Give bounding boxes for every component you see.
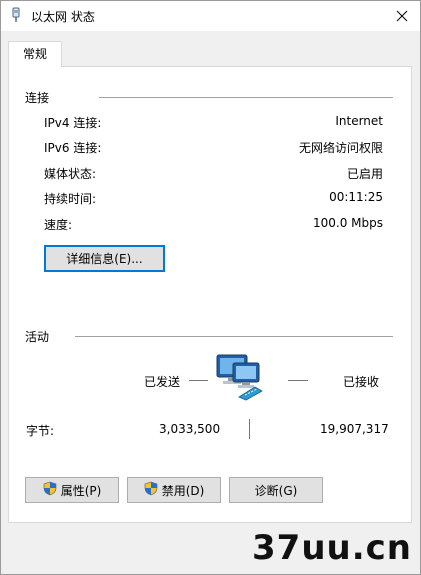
duration-label: 持续时间: <box>44 192 97 206</box>
window-title: 以太网 状态 <box>31 10 95 24</box>
activity-divider <box>75 336 393 337</box>
media-state-label: 媒体状态: <box>44 167 97 181</box>
disable-button[interactable]: 禁用(D) <box>127 477 221 503</box>
uac-shield-icon <box>144 481 158 499</box>
media-state-value: 已启用 <box>346 167 383 181</box>
ethernet-plug-icon <box>11 7 21 26</box>
connection-divider <box>99 97 393 98</box>
network-activity-icon <box>215 353 269 404</box>
ipv4-label: IPv4 连接: <box>44 116 102 130</box>
speed-value: 100.0 Mbps <box>312 216 383 230</box>
activity-group-label: 活动 <box>25 330 50 344</box>
general-panel: 连接 IPv4 连接: Internet IPv6 连接: 无网络访问权限 媒体… <box>8 66 412 523</box>
bytes-divider <box>249 419 250 439</box>
ipv4-value: Internet <box>335 114 383 128</box>
diagnose-button[interactable]: 诊断(G) <box>229 477 323 503</box>
speed-label: 速度: <box>44 218 73 232</box>
title-bar: 以太网 状态 <box>1 1 420 31</box>
received-connector-line <box>288 380 308 381</box>
ethernet-status-window: 以太网 状态 常规 连接 IPv4 连接: Internet IPv6 连接: … <box>0 0 421 575</box>
bytes-sent-value: 3,033,500 <box>159 422 221 436</box>
ipv6-value: 无网络访问权限 <box>298 141 383 155</box>
details-button-label: 详细信息(E)... <box>66 252 143 266</box>
sent-label: 已发送 <box>144 375 181 389</box>
bytes-label: 字节: <box>26 424 55 438</box>
properties-button-label: 属性(P) <box>60 483 102 498</box>
details-button[interactable]: 详细信息(E)... <box>44 245 165 272</box>
bytes-received-value: 19,907,317 <box>320 422 389 436</box>
diagnose-button-label: 诊断(G) <box>254 483 298 498</box>
sent-connector-line <box>189 380 208 381</box>
disable-button-label: 禁用(D) <box>161 483 205 498</box>
close-button[interactable] <box>384 1 420 31</box>
properties-button[interactable]: 属性(P) <box>25 477 119 503</box>
tab-general[interactable]: 常规 <box>8 41 62 67</box>
received-label: 已接收 <box>343 375 380 389</box>
ipv6-label: IPv6 连接: <box>44 141 102 155</box>
close-icon <box>396 10 408 22</box>
connection-group-label: 连接 <box>25 91 50 105</box>
uac-shield-icon <box>43 481 57 499</box>
duration-value: 00:11:25 <box>329 190 383 204</box>
watermark: 37uu.cn <box>252 528 412 568</box>
